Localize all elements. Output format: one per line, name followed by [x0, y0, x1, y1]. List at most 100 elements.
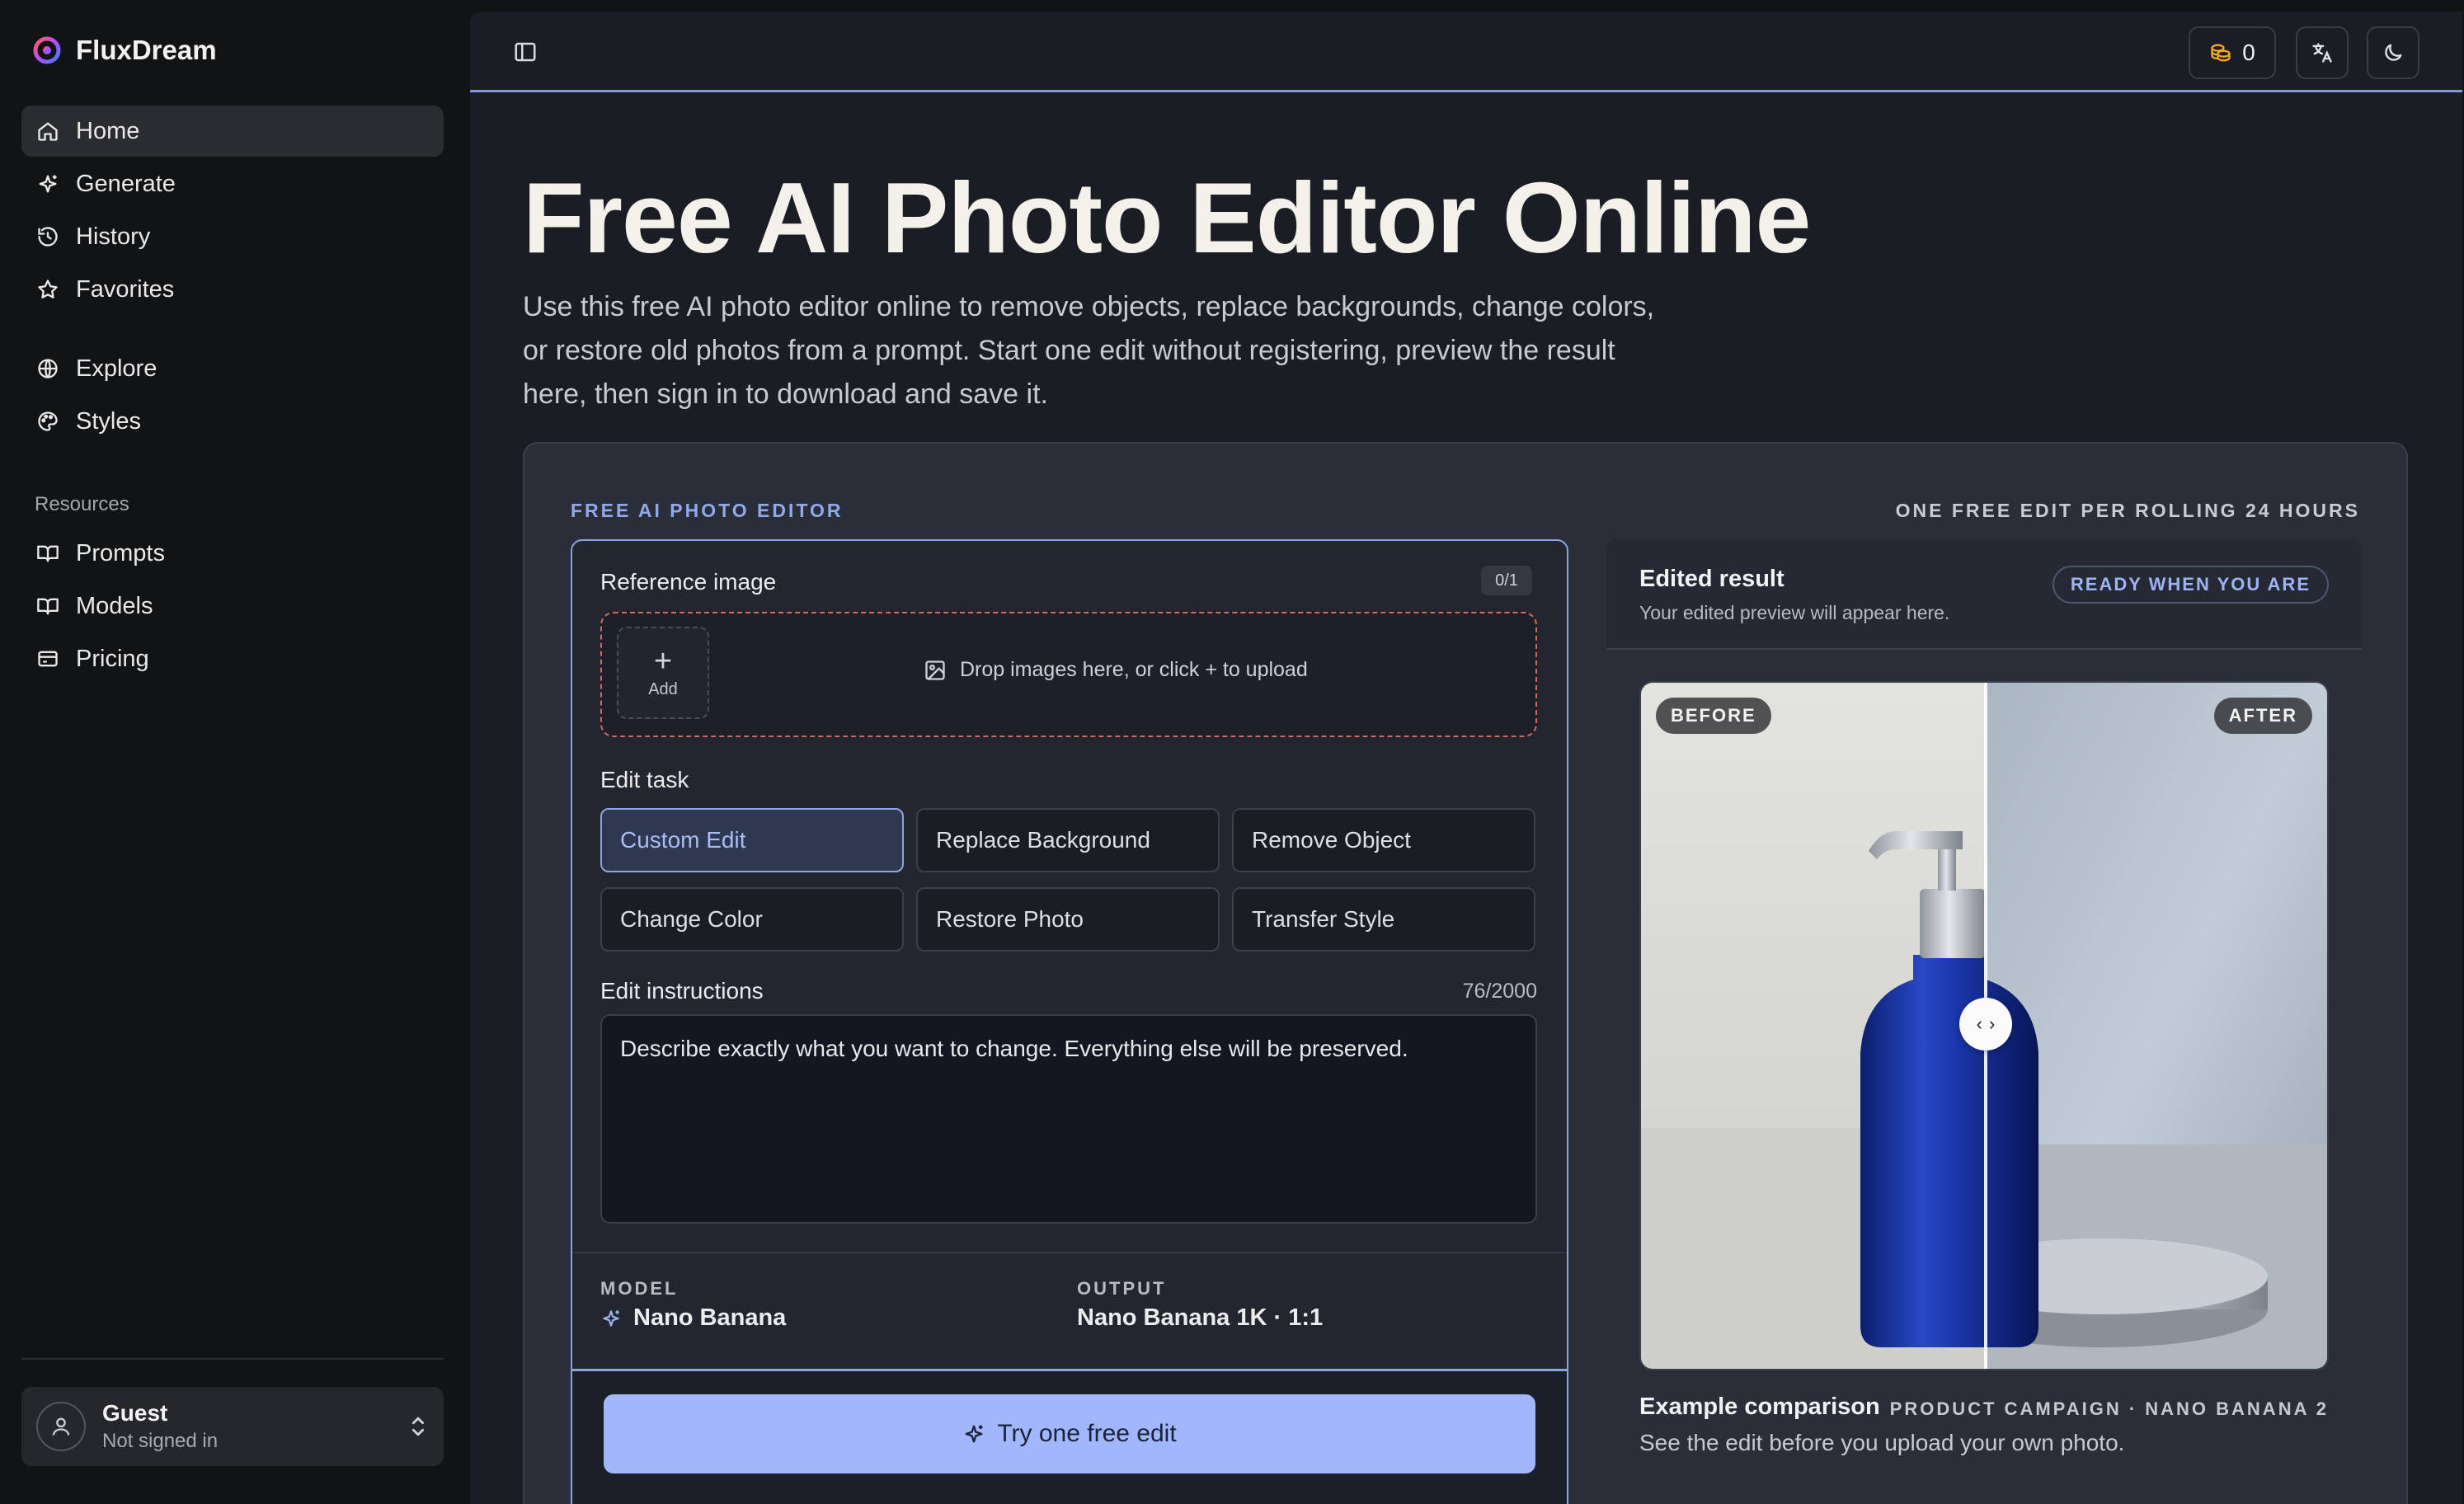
sidebar-item-label: Home [76, 117, 140, 144]
status-badge: READY WHEN YOU ARE [2052, 566, 2329, 604]
sidebar-item-favorites[interactable]: Favorites [21, 264, 444, 315]
credit-card-icon [38, 651, 58, 667]
before-after-slider[interactable]: BEFORE AFTER ‹ › [1639, 681, 2329, 1370]
sidebar-item-label: Styles [76, 407, 141, 435]
reference-count-badge: 0/1 [1481, 566, 1532, 595]
model-value[interactable]: Nano Banana [600, 1304, 786, 1332]
sparkle-icon [39, 175, 57, 193]
coins-icon [2211, 44, 2231, 62]
language-button[interactable] [2296, 26, 2349, 79]
output-label: OUTPUT [1077, 1278, 1167, 1299]
after-label: AFTER [2213, 698, 2312, 734]
sidebar-item-label: Generate [76, 170, 176, 197]
sidebar-toggle-icon[interactable] [513, 40, 538, 64]
brand[interactable]: FluxDream [33, 35, 217, 66]
chevron-up-down-icon [411, 1417, 425, 1436]
book-icon [37, 545, 59, 562]
image-icon [925, 660, 945, 680]
resources-heading: Resources [35, 493, 129, 515]
chevron-left-icon: ‹ [1976, 1013, 1982, 1034]
submit-area: Try one free edit [572, 1369, 1567, 1504]
avatar [36, 1402, 86, 1451]
free-edit-notice: ONE FREE EDIT PER ROLLING 24 HOURS [1895, 500, 2360, 521]
palette-icon [38, 411, 58, 431]
caption-subtitle: See the edit before you upload your own … [1639, 1430, 2125, 1455]
sidebar-item-generate[interactable]: Generate [21, 158, 444, 209]
resources-nav: Resources Prompts Models Pricing [21, 475, 444, 686]
star-icon [38, 280, 58, 298]
caption-title: Example comparison [1639, 1394, 1880, 1420]
user-menu-button[interactable]: Guest Not signed in [21, 1387, 444, 1466]
theme-toggle-button[interactable] [2367, 26, 2419, 79]
caption-meta: PRODUCT CAMPAIGN · NANO BANANA 2 [1889, 1398, 2329, 1419]
sidebar-item-styles[interactable]: Styles [21, 396, 444, 447]
sidebar-item-prompts[interactable]: Prompts [21, 528, 444, 579]
sidebar-item-label: Prompts [76, 539, 165, 566]
edit-instructions-input[interactable]: Describe exactly what you want to change… [600, 1014, 1537, 1224]
sidebar: FluxDream Home Generate History Favorite… [0, 0, 468, 1504]
page-description: Use this free AI photo editor online to … [523, 291, 1655, 410]
chevron-right-icon: › [1989, 1013, 1996, 1034]
try-free-edit-button[interactable]: Try one free edit [604, 1394, 1535, 1473]
sidebar-item-label: Favorites [76, 275, 175, 303]
result-header: Edited result Your edited preview will a… [1606, 539, 2362, 650]
dropzone-text: Drop images here, or click + to upload [960, 658, 1308, 681]
sidebar-item-label: Explore [76, 355, 158, 382]
book-icon [37, 598, 59, 615]
task-change-color[interactable]: Change Color [600, 887, 904, 952]
reference-image-label: Reference image [600, 569, 777, 595]
task-replace-background[interactable]: Replace Background [916, 808, 1220, 872]
task-remove-object[interactable]: Remove Object [1232, 808, 1535, 872]
edit-instructions-label: Edit instructions [600, 978, 764, 1003]
user-info: Guest Not signed in [102, 1400, 218, 1453]
result-subtitle: Your edited preview will appear here. [1639, 602, 1950, 623]
user-status: Not signed in [102, 1430, 219, 1452]
task-transfer-style[interactable]: Transfer Style [1232, 887, 1535, 952]
primary-nav: Home Generate History Favorites [21, 106, 444, 317]
sidebar-item-label: Models [76, 592, 153, 619]
slider-handle[interactable]: ‹ › [1959, 998, 2012, 1050]
add-label: Add [648, 679, 678, 698]
before-label: BEFORE [1656, 698, 1771, 734]
model-name: Nano Banana [633, 1304, 787, 1331]
sidebar-item-label: Pricing [76, 645, 149, 672]
task-custom-edit[interactable]: Custom Edit [600, 808, 904, 872]
sidebar-item-explore[interactable]: Explore [21, 343, 444, 394]
add-image-button[interactable]: + Add [617, 627, 709, 719]
credits-button[interactable]: 0 [2189, 26, 2276, 79]
instructions-char-count: 76/2000 [1462, 980, 1537, 1003]
sidebar-divider [21, 1358, 444, 1360]
result-panel: Edited result Your edited preview will a… [1606, 539, 2362, 1504]
globe-icon [38, 359, 58, 378]
user-name: Guest [102, 1400, 168, 1426]
plus-icon: + [653, 643, 673, 679]
moon-icon [2385, 44, 2402, 61]
result-title: Edited result [1639, 566, 1785, 592]
sidebar-item-models[interactable]: Models [21, 580, 444, 632]
sidebar-item-home[interactable]: Home [21, 106, 444, 157]
sparkle-icon [603, 1309, 619, 1327]
submit-label: Try one free edit [997, 1420, 1177, 1447]
secondary-nav: Explore Styles [21, 343, 444, 449]
topbar: 0 [470, 12, 2462, 92]
task-restore-photo[interactable]: Restore Photo [916, 887, 1220, 952]
app-name: FluxDream [76, 35, 217, 65]
output-value: Nano Banana 1K · 1:1 [1077, 1304, 1324, 1331]
edit-form: Reference image 0/1 + Add Drop images he… [571, 539, 1568, 1504]
editor-eyebrow: FREE AI PHOTO EDITOR [571, 500, 844, 521]
sidebar-item-pricing[interactable]: Pricing [21, 633, 444, 684]
fluxdream-logo-icon [33, 36, 61, 64]
form-divider [572, 1252, 1567, 1253]
dropzone-hint: Drop images here, or click + to upload [924, 658, 1308, 682]
sidebar-item-history[interactable]: History [21, 211, 444, 262]
image-dropzone[interactable]: + Add Drop images here, or click + to up… [600, 612, 1537, 737]
sparkle-icon [965, 1425, 983, 1443]
history-icon [38, 227, 58, 247]
home-icon [38, 122, 58, 141]
main-content: 0 Free AI Photo Editor Online Use this f… [470, 12, 2462, 1504]
translate-icon [2312, 43, 2332, 63]
model-label: MODEL [600, 1278, 679, 1299]
edit-task-label: Edit task [600, 767, 689, 792]
editor-card: FREE AI PHOTO EDITOR ONE FREE EDIT PER R… [523, 442, 2408, 1504]
user-icon [52, 1417, 70, 1436]
